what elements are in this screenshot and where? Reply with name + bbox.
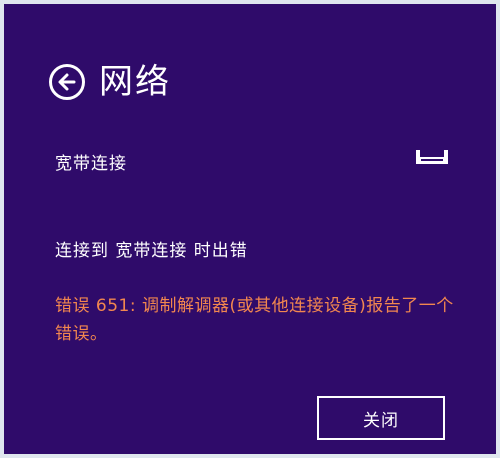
connection-name: 宽带连接 [55,154,127,174]
back-arrow-icon [58,73,76,91]
page-title: 网络 [99,62,171,102]
header: 网络 [49,60,171,104]
router-icon [415,146,449,172]
close-button[interactable]: 关闭 [317,396,445,440]
error-message: 错误 651: 调制解调器(或其他连接设备)报告了一个错误。 [55,296,454,344]
error-heading: 连接到 宽带连接 时出错 [55,241,248,261]
back-button[interactable] [49,64,85,100]
network-error-panel: 网络 宽带连接 连接到 宽带连接 时出错 错误 651: 调制解调器(或其他连接… [4,4,496,454]
